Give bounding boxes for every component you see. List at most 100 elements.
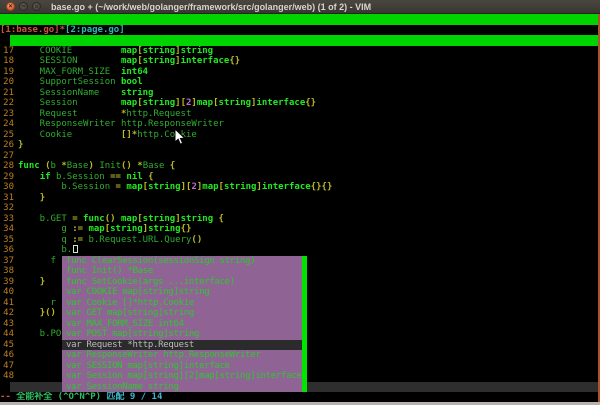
code-line[interactable]: 26}: [0, 140, 598, 151]
line-number: 20: [0, 77, 14, 88]
vim-tabline: 2+ base.go: [0, 14, 598, 25]
code-line[interactable]: 30 b.Session = map[string][2]map[string]…: [0, 182, 598, 193]
completion-item[interactable]: var COOKIE map[string]string: [62, 287, 307, 298]
buffer-tab-page-go[interactable]: [2:page.go]: [65, 25, 125, 35]
popup-scrollbar[interactable]: [302, 256, 307, 393]
code-text: Session map[string][2]map[string]interfa…: [18, 98, 316, 109]
line-number: 34: [0, 224, 14, 235]
code-line[interactable]: 19 MAX_FORM_SIZE int64: [0, 67, 598, 78]
minimize-icon: −: [20, 2, 27, 11]
code-text: b.POS: [18, 329, 67, 340]
minibuf-statusline: 8 -MiniBufExplorer- [-] [none,utf-8,unix…: [0, 35, 598, 46]
code-text: b.GET = func() map[string]string {: [18, 214, 224, 225]
code-text: g := map[string]string{}: [18, 224, 191, 235]
line-number: 44: [0, 329, 14, 340]
code-line[interactable]: 27: [0, 151, 598, 162]
code-line[interactable]: 32: [0, 203, 598, 214]
line-number: 41: [0, 298, 14, 309]
line-number: 45: [0, 340, 14, 351]
line-number: 26: [0, 140, 14, 151]
line-number: 18: [0, 56, 14, 67]
completion-item[interactable]: func SetCookie(args ...interface): [62, 277, 307, 288]
line-number: 43: [0, 319, 14, 330]
completion-item[interactable]: func Init() *Base: [62, 266, 307, 277]
code-line[interactable]: 34 g := map[string]string{}: [0, 224, 598, 235]
code-line[interactable]: 23 Request *http.Request: [0, 109, 598, 120]
line-number: 27: [0, 151, 14, 162]
completion-item[interactable]: func ClearSession(sessionSign string): [62, 256, 307, 267]
code-text: }(): [18, 308, 56, 319]
minibufexplorer-buffer-list: [1:base.go]*[2:page.go]: [0, 25, 598, 36]
code-text: c: [18, 350, 67, 361]
window-title: base.go + (~/work/web/golanger/framework…: [51, 2, 371, 12]
code-text: }: [18, 277, 45, 288]
command-line: -- 全能补全 (^O^N^P) 匹配 9 / 14: [0, 392, 598, 402]
completion-item[interactable]: var SESSION map[string]interface: [62, 361, 307, 372]
line-number: 29: [0, 172, 14, 183]
line-number: 47: [0, 361, 14, 372]
line-number: 35: [0, 235, 14, 246]
completion-item-selected[interactable]: var Request *http.Request: [62, 340, 307, 351]
code-text: i: [18, 361, 67, 372]
code-text: }: [18, 193, 45, 204]
maximize-icon: ▫: [33, 2, 40, 11]
titlebar[interactable]: × − ▫ base.go + (~/work/web/golanger/fra…: [0, 0, 600, 14]
completion-item[interactable]: var Session map[string][2]map[string]int…: [62, 371, 307, 382]
code-line[interactable]: 36 b.: [0, 245, 598, 256]
completion-item[interactable]: var GET map[string]string: [62, 308, 307, 319]
line-number: 25: [0, 130, 14, 141]
line-number: 38: [0, 266, 14, 277]
line-number: 39: [0, 277, 14, 288]
code-line[interactable]: 21 SessionName string: [0, 88, 598, 99]
completion-item[interactable]: var POST map[string]string: [62, 329, 307, 340]
code-text: ResponseWriter http.ResponseWriter: [18, 119, 224, 130]
code-text: b.: [18, 245, 78, 256]
line-number: 36: [0, 245, 14, 256]
completion-item[interactable]: var MAX_FORM_SIZE int64: [62, 319, 307, 330]
code-text: MAX_FORM_SIZE int64: [18, 67, 148, 78]
code-line[interactable]: 29 if b.Session == nil {: [0, 172, 598, 183]
code-text: SESSION map[string]interface{}: [18, 56, 240, 67]
code-line[interactable]: 24 ResponseWriter http.ResponseWriter: [0, 119, 598, 130]
line-number: 37: [0, 256, 14, 267]
completion-item[interactable]: var Cookie []*http.Cookie: [62, 298, 307, 309]
statusline-fill: [10, 35, 598, 46]
completion-item[interactable]: var SessionName string: [62, 382, 307, 393]
line-number: 33: [0, 214, 14, 225]
line-number: 42: [0, 308, 14, 319]
line-number: 23: [0, 109, 14, 120]
code-line[interactable]: 18 SESSION map[string]interface{}: [0, 56, 598, 67]
close-button[interactable]: ×: [6, 2, 15, 11]
line-number: 17: [0, 46, 14, 57]
code-line[interactable]: 22 Session map[string][2]map[string]inte…: [0, 98, 598, 109]
code-text: func (b *Base) Init() *Base {: [18, 161, 175, 172]
code-text: Request *http.Request: [18, 109, 191, 120]
minimize-button[interactable]: −: [19, 2, 28, 11]
code-line[interactable]: 17 COOKIE map[string]string: [0, 46, 598, 57]
vim-window: × − ▫ base.go + (~/work/web/golanger/fra…: [0, 0, 600, 405]
line-number: 31: [0, 193, 14, 204]
code-line[interactable]: 28 func (b *Base) Init() *Base {: [0, 161, 598, 172]
maximize-button[interactable]: ▫: [32, 2, 41, 11]
code-text: }: [18, 140, 23, 151]
code-text: SupportSession bool: [18, 77, 143, 88]
code-text: if b.Session == nil {: [18, 172, 154, 183]
code-text: COOKIE map[string]string: [18, 46, 213, 57]
code-line[interactable]: 25 Cookie []*http.Cookie: [0, 130, 598, 141]
mouse-pointer: [174, 128, 186, 146]
match-count-message: 匹配 9 / 14: [106, 392, 162, 402]
line-number: 28: [0, 161, 14, 172]
code-line[interactable]: 33 b.GET = func() map[string]string {: [0, 214, 598, 225]
completion-item[interactable]: var ResponseWriter http.ResponseWriter: [62, 350, 307, 361]
line-number: 48: [0, 371, 14, 382]
line-number: 19: [0, 67, 14, 78]
code-line[interactable]: 35 q := b.Request.URL.Query(): [0, 235, 598, 246]
code-line[interactable]: 31 }: [0, 193, 598, 204]
code-line[interactable]: 20 SupportSession bool: [0, 77, 598, 88]
line-number: 32: [0, 203, 14, 214]
line-number: 46: [0, 350, 14, 361]
line-number: 24: [0, 119, 14, 130]
buffer-tab-base-go[interactable]: [1:base.go]*: [0, 25, 65, 35]
completion-mode-message: 全能补全 (^O^N^P): [11, 392, 107, 402]
line-number: 22: [0, 98, 14, 109]
